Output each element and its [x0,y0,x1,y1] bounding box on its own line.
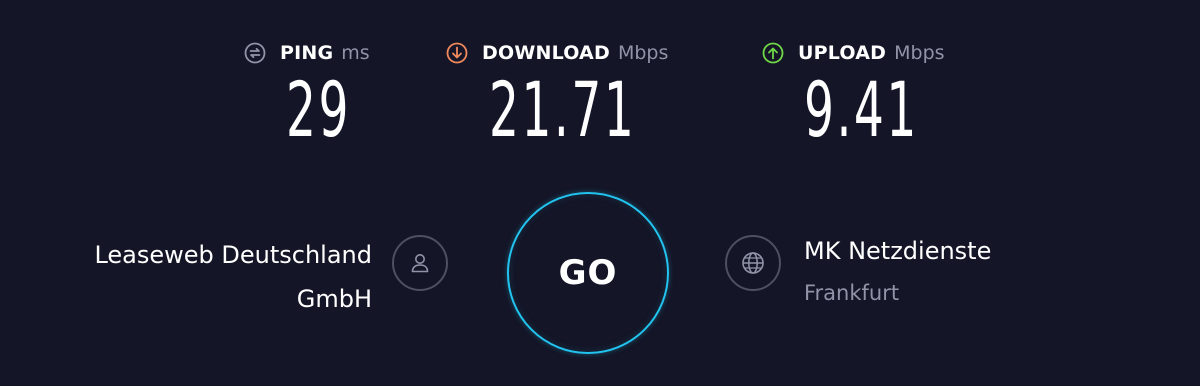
go-button[interactable]: GO [507,192,669,354]
upload-arrow-icon [762,42,784,64]
download-label: DOWNLOAD [482,42,610,64]
upload-value: 9.41 [804,65,919,154]
globe-icon-glyph [742,252,764,274]
speedtest-result-panel: PING ms 29 DOWNLOAD Mbps 21.71 UPLOAD Mb… [0,0,1200,386]
download-unit: Mbps [617,42,669,64]
isp-name-line2: GmbH [296,285,372,313]
upload-label: UPLOAD [798,42,887,64]
isp-name-line1: Leaseweb Deutschland [94,241,372,269]
go-button-label: GO [558,253,618,293]
server-info[interactable]: MK Netzdienste Frankfurt [804,230,991,314]
upload-unit: Mbps [894,42,945,64]
ping-value: 29 [286,65,351,154]
ping-header: PING ms [244,38,370,68]
download-value: 21.71 [489,65,637,154]
ping-label: PING [280,42,334,64]
download-metric: DOWNLOAD Mbps 21.71 [446,38,668,150]
ping-icon [244,42,266,64]
user-icon-glyph [411,254,429,273]
download-arrow-icon [446,42,468,64]
ping-unit: ms [341,42,370,64]
user-icon[interactable] [392,235,448,291]
download-header: DOWNLOAD Mbps [446,38,668,68]
isp-name[interactable]: Leaseweb Deutschland GmbH [94,233,372,321]
server-location: Frankfurt [804,281,900,305]
server-name: MK Netzdienste [804,237,992,265]
upload-header: UPLOAD Mbps [762,38,945,68]
globe-icon[interactable] [725,235,781,291]
ping-metric: PING ms 29 [244,38,370,150]
upload-metric: UPLOAD Mbps 9.41 [762,38,945,150]
